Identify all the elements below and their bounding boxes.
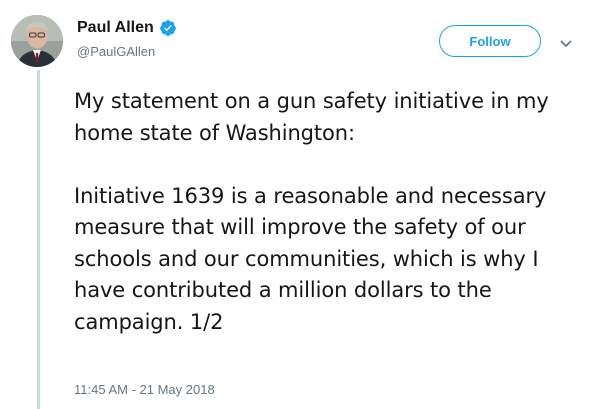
chevron-down-icon[interactable]	[560, 36, 572, 47]
author-name-row: Paul Allen	[77, 19, 177, 37]
tweet-card: Paul Allen @PaulGAllen Follow My stateme…	[0, 0, 598, 409]
avatar[interactable]	[11, 15, 63, 67]
author-handle[interactable]: @PaulGAllen	[77, 44, 155, 60]
verified-badge-icon	[159, 19, 177, 37]
tweet-paragraph: Initiative 1639 is a reasonable and nece…	[74, 183, 547, 334]
tweet-text: My statement on a gun safety initiative …	[74, 86, 584, 338]
tweet-paragraph: My statement on a gun safety initiative …	[74, 89, 549, 145]
follow-button[interactable]: Follow	[439, 25, 541, 57]
thread-connector-line	[37, 70, 40, 409]
author-name[interactable]: Paul Allen	[77, 19, 154, 37]
tweet-timestamp[interactable]: 11:45 AM - 21 May 2018	[74, 382, 215, 398]
avatar-image	[11, 15, 63, 67]
